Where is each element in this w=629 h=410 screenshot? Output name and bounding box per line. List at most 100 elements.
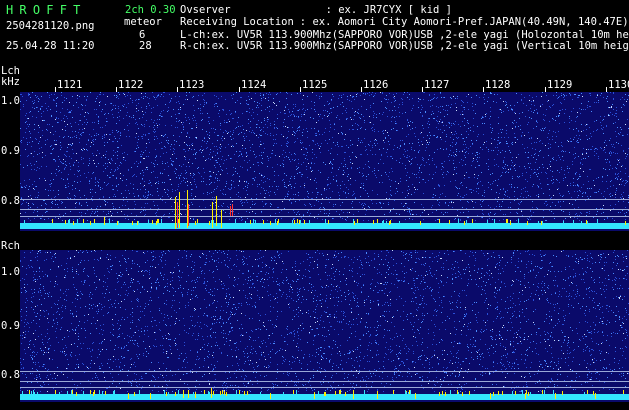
time-tick-1125: 1125 [302,79,328,91]
observer-label: Ovserver [180,4,231,16]
baseline-spike [340,390,341,394]
baseline-spike [345,392,346,396]
rch-spectrogram-canvas [20,250,629,400]
baseline-spike [235,219,236,223]
noise-layer [20,250,629,392]
baseline-spike [493,392,494,396]
meteor-echo [221,210,222,228]
baseline-spike [597,219,598,223]
baseline-spike [518,219,519,223]
time-tick-1130: 1130 [608,79,629,91]
baseline-spike [420,221,421,225]
rch-ytick-0-8: 0.8 [1,369,20,381]
baseline-spike [573,220,574,224]
reference-line [20,199,629,200]
observer-value: : ex. JR7CYX [ kid ] [325,4,453,16]
baseline-spike [623,390,624,394]
baseline-spike [71,390,72,394]
reference-line [20,381,629,382]
baseline-spike [68,220,69,224]
location-label: Receiving Location [180,16,294,28]
baseline-spike [506,219,507,223]
baseline-spike [260,392,261,396]
baseline-spike [325,219,326,223]
meteor-echo [177,202,178,228]
baseline-spike [526,390,527,394]
filename-label: 2504281120.png [6,20,95,32]
baseline-spike [152,220,153,224]
meteor-echo [212,202,213,228]
baseline-spike [405,390,406,394]
baseline-spike [587,221,588,225]
baseline-spike [220,391,221,395]
baseline-spike [449,220,450,224]
baseline-spike [208,391,209,395]
observer-row: Ovserver : ex. JR7CYX [ kid ] [180,4,629,16]
meteor-echo [104,217,105,225]
baseline-spike [55,390,56,394]
time-tick-mark [239,87,240,92]
baseline-spike [250,220,251,224]
baseline-spike [72,390,73,394]
baseline-spike [255,220,256,224]
baseline-spike [450,390,451,394]
baseline-spike [469,391,470,395]
baseline-spike [299,220,300,224]
baseline-spike [236,390,237,394]
baseline-spike [76,392,77,396]
baseline-spike [118,221,119,225]
time-tick-mark [55,87,56,92]
baseline-spike [161,219,162,223]
baseline-spike [515,391,516,395]
baseline-spike [457,390,458,394]
meteor-echo [377,393,378,399]
baseline-spike [253,219,254,223]
baseline-spike [458,219,459,223]
baseline-spike [90,390,91,394]
baseline-spike [541,221,542,225]
meteor-echo [270,393,271,399]
baseline-spike [137,221,138,225]
baseline-spike [114,390,115,394]
baseline-spike [408,392,409,396]
lch-spectrogram-canvas [20,92,629,229]
baseline-spike [211,220,212,224]
baseline-spike [77,219,78,223]
baseline-spike [377,219,378,223]
baseline-spike [178,219,179,223]
meteor-echo [188,204,189,226]
baseline-spike [94,219,95,223]
meteor-count-r: 28 [139,40,152,52]
baseline-spike [34,392,35,396]
baseline-spike [294,220,295,224]
baseline-spike [406,392,407,396]
baseline-spike [472,219,473,223]
baseline-spike [304,220,305,224]
baseline-spike [283,392,284,396]
meteor-echo [314,393,315,399]
baseline-spike [209,392,210,396]
baseline-spike [263,220,264,224]
baseline-spike [297,219,298,223]
baseline-spike [83,391,84,395]
baseline-spike [213,391,214,395]
time-tick-mark [177,87,178,92]
baseline-spike [487,220,488,224]
baseline-spike [439,219,440,223]
baseline-spike [292,220,293,224]
baseline-spike [510,221,511,225]
baseline-spike [538,221,539,225]
time-tick-mark [300,87,301,92]
baseline-spike [113,391,114,395]
baseline-spike [544,390,545,394]
baseline-spike [156,221,157,225]
time-tick-1127: 1127 [424,79,450,91]
baseline-spike [542,221,543,225]
khz-unit: kHz [1,76,20,88]
baseline-spike [93,392,94,396]
meteor-echo [230,206,231,216]
baseline-spike [364,390,365,394]
location-row: Receiving Location: ex. Aomori City Aomo… [180,16,629,28]
baseline-spike [584,392,585,396]
meteor-echo [415,393,416,399]
